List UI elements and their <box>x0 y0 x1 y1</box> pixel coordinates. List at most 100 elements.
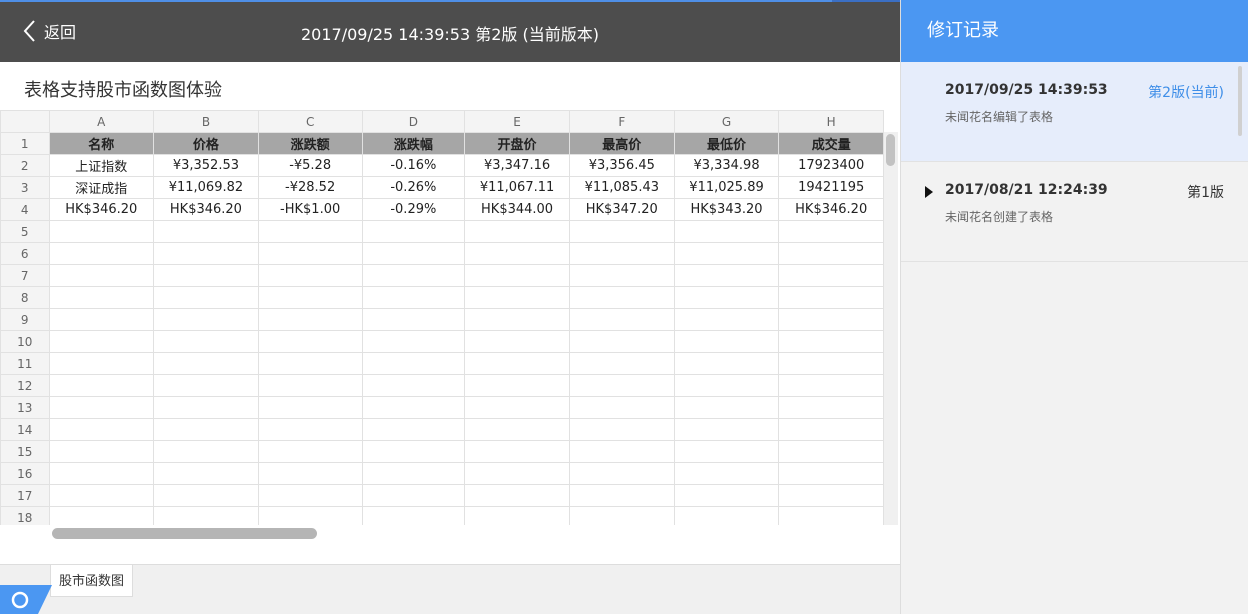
cell[interactable] <box>464 440 570 463</box>
cell[interactable]: ¥11,069.82 <box>153 176 259 199</box>
cell[interactable] <box>257 418 363 441</box>
row-header[interactable]: 4 <box>0 198 50 221</box>
row-header[interactable]: 2 <box>0 154 50 177</box>
cell[interactable]: HK$346.20 <box>48 198 155 221</box>
cell[interactable] <box>153 374 259 397</box>
row-header[interactable]: 16 <box>0 462 50 485</box>
cell[interactable]: ¥3,352.53 <box>153 154 259 177</box>
spreadsheet-grid[interactable]: ABCDEFGH 1 名称 价格 涨跌额 涨跌幅 开盘价 最高价 最低价 成交量 2 上证指数 ¥3,… <box>0 110 884 525</box>
row-header[interactable]: 15 <box>0 440 50 463</box>
revision-item[interactable]: 2017/08/21 12:24:39 第1版 未闻花名创建了表格 <box>901 162 1248 262</box>
cell[interactable]: -¥5.28 <box>257 154 363 177</box>
cell[interactable] <box>673 418 780 441</box>
cell[interactable] <box>361 242 466 265</box>
cell[interactable] <box>568 418 675 441</box>
cell[interactable] <box>778 264 884 287</box>
column-header[interactable]: E <box>464 110 570 133</box>
cell[interactable] <box>568 286 675 309</box>
row-header[interactable]: 14 <box>0 418 50 441</box>
column-header[interactable]: A <box>48 110 155 133</box>
cell[interactable]: HK$344.00 <box>464 198 570 221</box>
cell[interactable]: 价格 <box>153 132 259 155</box>
cell[interactable] <box>464 506 570 525</box>
cell[interactable]: 17923400 <box>778 154 884 177</box>
row-header[interactable]: 5 <box>0 220 50 243</box>
row-header[interactable]: 1 <box>0 132 50 155</box>
cell[interactable] <box>153 308 259 331</box>
cell[interactable] <box>153 330 259 353</box>
cell[interactable] <box>568 330 675 353</box>
cell[interactable] <box>464 352 570 375</box>
sheet-tab-active[interactable]: 股市函数图 <box>50 565 134 597</box>
row-header[interactable]: 7 <box>0 264 50 287</box>
cell[interactable] <box>778 440 884 463</box>
cell[interactable] <box>673 506 780 525</box>
cell[interactable]: ¥11,067.11 <box>464 176 570 199</box>
cell[interactable] <box>257 242 363 265</box>
cell[interactable] <box>48 484 155 507</box>
cell[interactable] <box>153 506 259 525</box>
row-header[interactable]: 10 <box>0 330 50 353</box>
cell[interactable] <box>673 352 780 375</box>
column-header[interactable]: H <box>778 110 884 133</box>
cell[interactable] <box>568 396 675 419</box>
cell[interactable]: HK$347.20 <box>568 198 675 221</box>
cell[interactable] <box>361 484 466 507</box>
cell[interactable] <box>673 374 780 397</box>
cell[interactable] <box>257 374 363 397</box>
cell[interactable] <box>153 352 259 375</box>
cell[interactable] <box>48 462 155 485</box>
row-header[interactable]: 17 <box>0 484 50 507</box>
cell[interactable] <box>778 462 884 485</box>
vertical-scrollbar-thumb[interactable] <box>886 134 895 166</box>
cell[interactable]: 深证成指 <box>48 176 155 199</box>
panel-scrollbar-thumb[interactable] <box>1238 66 1242 136</box>
cell[interactable]: ¥3,356.45 <box>568 154 675 177</box>
cell[interactable] <box>153 220 259 243</box>
cell[interactable] <box>257 330 363 353</box>
cell[interactable] <box>673 308 780 331</box>
cell[interactable]: HK$343.20 <box>673 198 780 221</box>
revision-item-current[interactable]: 2017/09/25 14:39:53 第2版(当前) 未闻花名编辑了表格 <box>901 62 1248 162</box>
cell[interactable] <box>568 264 675 287</box>
cell[interactable] <box>464 374 570 397</box>
horizontal-scrollbar-thumb[interactable] <box>52 528 317 539</box>
cell[interactable]: 19421195 <box>778 176 884 199</box>
cell[interactable] <box>778 484 884 507</box>
cell[interactable] <box>673 286 780 309</box>
cell[interactable] <box>673 330 780 353</box>
cell[interactable] <box>778 418 884 441</box>
cell[interactable]: 最高价 <box>568 132 675 155</box>
cell[interactable] <box>361 418 466 441</box>
cell[interactable] <box>673 440 780 463</box>
cell[interactable] <box>257 264 363 287</box>
cell[interactable] <box>673 264 780 287</box>
select-all-corner[interactable] <box>0 110 50 133</box>
cell[interactable] <box>257 308 363 331</box>
cell[interactable] <box>153 440 259 463</box>
cell[interactable] <box>48 352 155 375</box>
cell[interactable] <box>464 242 570 265</box>
row-header[interactable]: 13 <box>0 396 50 419</box>
cell[interactable] <box>778 374 884 397</box>
cell[interactable] <box>257 352 363 375</box>
cell[interactable]: ¥3,334.98 <box>673 154 780 177</box>
cell[interactable] <box>778 308 884 331</box>
cell[interactable] <box>153 242 259 265</box>
cell[interactable] <box>48 330 155 353</box>
row-header[interactable]: 11 <box>0 352 50 375</box>
cell[interactable] <box>153 396 259 419</box>
column-header[interactable]: F <box>568 110 675 133</box>
row-header[interactable]: 6 <box>0 242 50 265</box>
cell[interactable] <box>464 418 570 441</box>
cell[interactable] <box>48 506 155 525</box>
cell[interactable] <box>568 440 675 463</box>
cell[interactable]: -HK$1.00 <box>257 198 363 221</box>
cell[interactable] <box>257 484 363 507</box>
cell[interactable] <box>257 462 363 485</box>
cell[interactable] <box>673 220 780 243</box>
cell[interactable] <box>464 484 570 507</box>
cell[interactable] <box>361 264 466 287</box>
caret-right-icon[interactable] <box>925 186 933 198</box>
cell[interactable] <box>568 308 675 331</box>
